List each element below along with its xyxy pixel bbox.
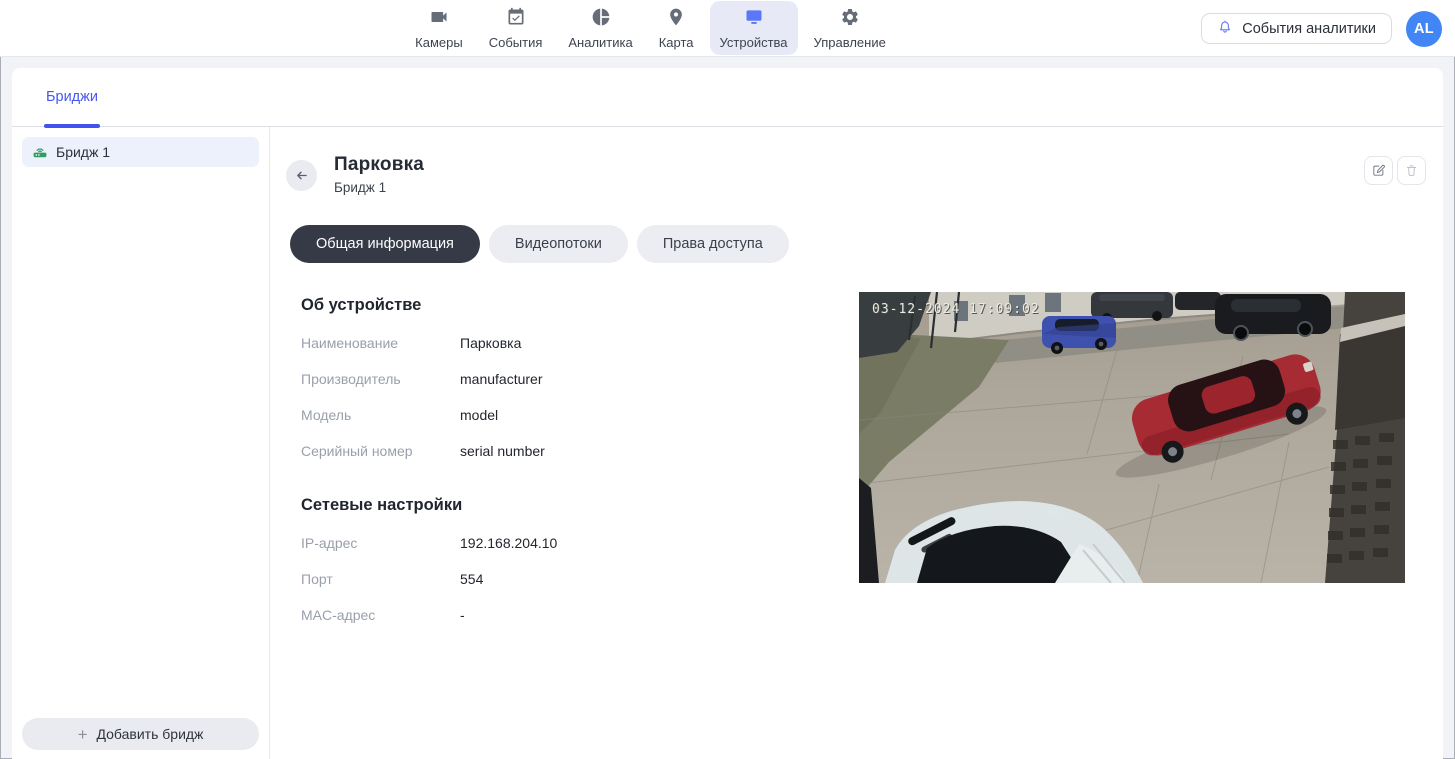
add-bridge-label: Добавить бридж [97, 726, 204, 742]
trash-icon [1404, 163, 1419, 178]
plus-icon: + [78, 726, 88, 743]
analytics-events-label: События аналитики [1242, 21, 1376, 37]
device-details: Парковка Бридж 1 Общая информация Видеоп… [270, 127, 1443, 759]
main-card: Бриджи Бридж 1 + Добавить [12, 68, 1443, 759]
nav-item-map[interactable]: Карта [649, 1, 704, 55]
gear-icon [840, 7, 860, 32]
nav-item-events[interactable]: События [479, 1, 553, 55]
edit-pencil-icon [1371, 163, 1386, 178]
tab-video-streams[interactable]: Видеопотоки [489, 225, 628, 263]
user-avatar[interactable]: AL [1406, 11, 1442, 47]
top-bar: Камеры События Аналитика Карта Устройств… [0, 0, 1455, 57]
page-subtitle: Бридж 1 [334, 180, 424, 195]
nav-label: Управление [814, 35, 886, 50]
bridge-item-label: Бридж 1 [56, 144, 110, 160]
nav-label: Устройства [720, 35, 788, 50]
bridge-router-icon [32, 143, 48, 162]
analytics-events-button[interactable]: События аналитики [1201, 13, 1392, 44]
info-row: MAC-адрес - [301, 597, 1443, 633]
black-sedan [1215, 294, 1331, 340]
nav-label: Карта [659, 35, 694, 50]
device-tabs: Общая информация Видеопотоки Права досту… [290, 225, 1443, 263]
video-camera-icon [429, 7, 449, 32]
camera-snapshot: 03-12-2024 17:09:02 03-12-2024 17:09:02 [859, 292, 1405, 583]
edit-button[interactable] [1364, 156, 1393, 185]
nav-item-analytics[interactable]: Аналитика [558, 1, 642, 55]
add-bridge-button[interactable]: + Добавить бридж [22, 718, 259, 750]
map-pin-icon [666, 7, 686, 32]
tab-bridges[interactable]: Бриджи [44, 68, 100, 126]
sidebar-spacer [22, 167, 259, 718]
nav-item-devices[interactable]: Устройства [710, 1, 798, 55]
calendar-check-icon [506, 7, 526, 32]
arrow-left-icon [293, 167, 310, 184]
back-button[interactable] [286, 160, 317, 191]
section-tabs: Бриджи [12, 68, 1443, 127]
parking-lot-image: 03-12-2024 17:09:02 03-12-2024 17:09:02 [859, 292, 1405, 583]
timestamp-overlay: 03-12-2024 17:09:02 [872, 302, 1040, 317]
pie-chart-icon [591, 7, 611, 32]
bridges-sidebar: Бридж 1 + Добавить бридж [12, 127, 270, 759]
monitor-icon [744, 7, 764, 32]
sidebar-item-bridge-1[interactable]: Бридж 1 [22, 137, 259, 167]
nav-item-cameras[interactable]: Камеры [405, 1, 473, 55]
tab-access-rights[interactable]: Права доступа [637, 225, 789, 263]
delete-button[interactable] [1397, 156, 1426, 185]
tab-general-info[interactable]: Общая информация [290, 225, 480, 263]
nav-label: События [489, 35, 543, 50]
nav-label: Аналитика [568, 35, 632, 50]
bell-icon [1217, 19, 1233, 39]
main-nav: Камеры События Аналитика Карта Устройств… [405, 1, 896, 55]
page-title: Парковка [334, 154, 424, 176]
nav-item-management[interactable]: Управление [804, 1, 896, 55]
nav-label: Камеры [415, 35, 463, 50]
